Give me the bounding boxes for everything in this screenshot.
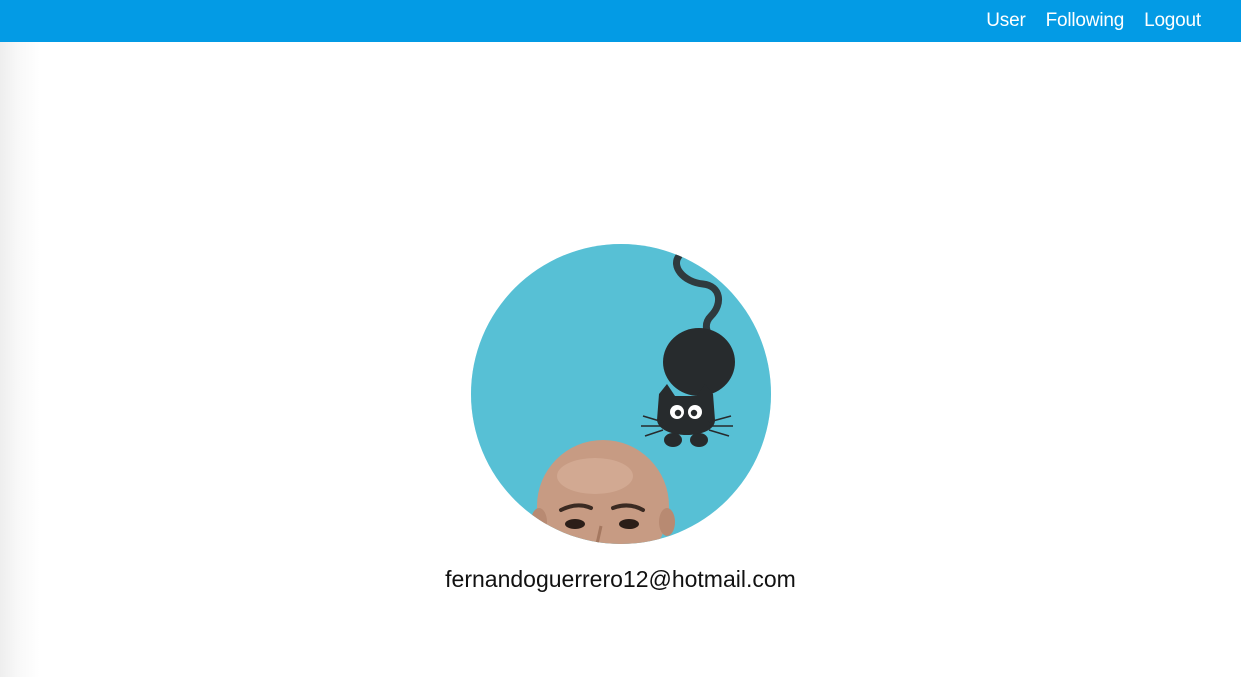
profile-avatar: [471, 244, 771, 544]
page: User Following Logout fernandoguerrero12…: [0, 0, 1241, 677]
nav-link-logout[interactable]: Logout: [1144, 10, 1201, 32]
profile-photo-icon: [471, 244, 771, 544]
user-email: fernandoguerrero12@hotmail.com: [445, 566, 796, 592]
nav-link-user[interactable]: User: [986, 10, 1026, 32]
nav-links: User Following Logout: [986, 0, 1201, 42]
nav-link-following[interactable]: Following: [1046, 10, 1125, 32]
top-navbar: User Following Logout: [0, 0, 1241, 42]
